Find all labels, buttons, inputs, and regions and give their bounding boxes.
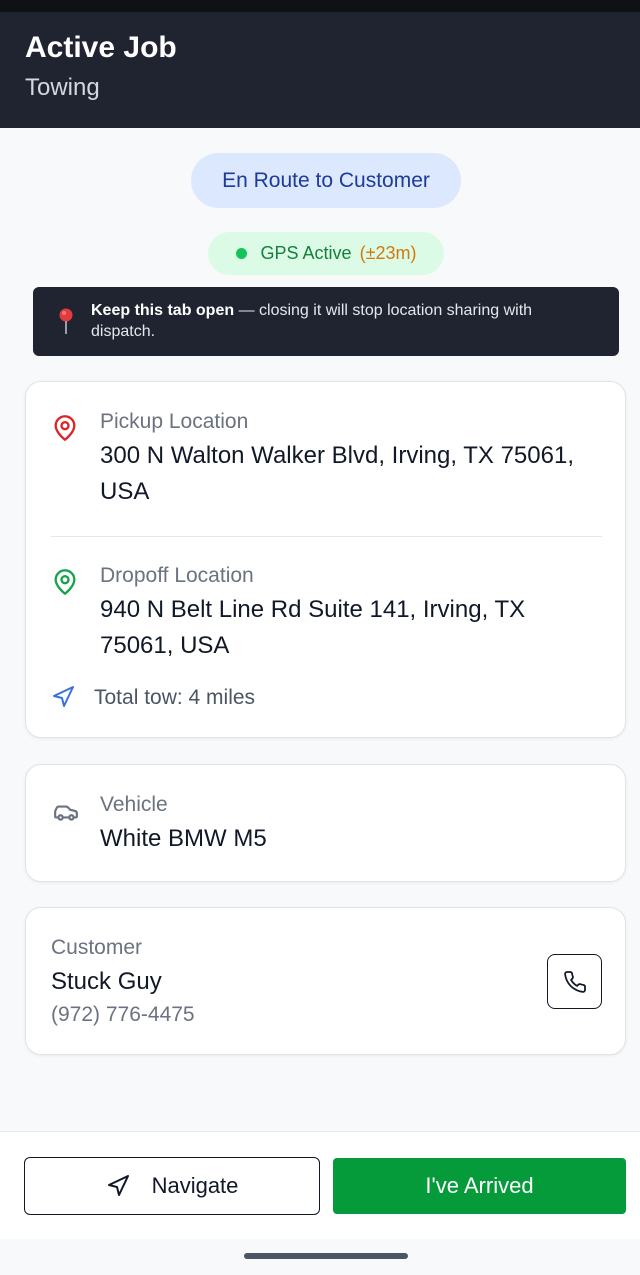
navigation-arrow-icon: [53, 686, 74, 707]
app-header: Active Job Towing: [0, 12, 640, 128]
pickup-address: 300 N Walton Walker Blvd, Irving, TX 750…: [100, 442, 574, 505]
customer-label: Customer: [51, 936, 143, 959]
dropoff-label: Dropoff Location: [100, 564, 254, 587]
phone-icon: [563, 970, 586, 993]
dropoff-address: 940 N Belt Line Rd Suite 141, Irving, TX…: [100, 596, 526, 659]
total-tow-distance: Total tow: 4 miles: [94, 686, 256, 709]
page-title: Active Job: [25, 31, 177, 64]
dropoff-pin-icon: [54, 569, 76, 595]
gps-label: GPS Active: [260, 243, 352, 263]
customer-name: Stuck Guy: [51, 968, 162, 995]
call-customer-button[interactable]: [547, 954, 602, 1009]
action-bar: Navigate I've Arrived: [0, 1131, 640, 1239]
navigate-button[interactable]: Navigate: [24, 1157, 320, 1215]
vehicle-card: Vehicle White BMW M5: [25, 764, 626, 882]
gps-status-badge: GPS Active (±23m): [208, 232, 444, 275]
arrived-button[interactable]: I've Arrived: [333, 1158, 626, 1214]
pushpin-icon: [59, 308, 73, 334]
gps-accuracy: (±23m): [359, 243, 417, 263]
status-bar: [0, 0, 640, 12]
home-indicator: [244, 1253, 408, 1259]
pickup-pin-icon: [54, 415, 76, 441]
job-status-badge: En Route to Customer: [191, 153, 461, 208]
warning-bold-text: Keep this tab open: [91, 302, 235, 319]
vehicle-label: Vehicle: [100, 793, 168, 816]
customer-phone: (972) 776-4475: [51, 1003, 195, 1026]
location-sharing-warning: Keep this tab open — closing it will sto…: [33, 287, 619, 356]
vehicle-value: White BMW M5: [100, 825, 267, 852]
pickup-label: Pickup Location: [100, 410, 249, 433]
job-type: Towing: [25, 74, 100, 101]
divider: [51, 536, 602, 537]
car-icon: [54, 805, 78, 821]
customer-card: Customer Stuck Guy (972) 776-4475: [25, 907, 626, 1055]
gps-dot-icon: [235, 248, 247, 259]
locations-card: Pickup Location 300 N Walton Walker Blvd…: [25, 381, 626, 738]
navigation-arrow-icon: [107, 1175, 129, 1196]
navigate-label: Navigate: [151, 1173, 239, 1198]
